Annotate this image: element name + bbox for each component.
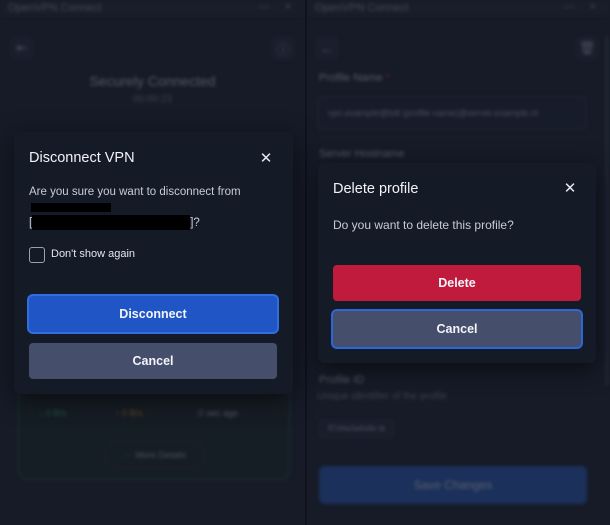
cancel-button[interactable]: Cancel [29, 343, 277, 379]
redaction-bar [32, 215, 191, 231]
delete-button[interactable]: Delete [333, 265, 581, 301]
dont-show-again-label[interactable]: Don't show again [51, 248, 135, 260]
cancel-button[interactable]: Cancel [333, 311, 581, 347]
dialog-title: Disconnect VPN [29, 150, 135, 166]
redaction-bar [31, 203, 111, 213]
disconnect-vpn-dialog: Disconnect VPN ✕ Are you sure you want t… [14, 132, 293, 394]
delete-message: Do you want to delete this profile? [333, 218, 514, 232]
disconnect-message: Are you sure you want to disconnect from [29, 186, 241, 198]
close-icon[interactable]: ✕ [258, 151, 274, 167]
dialog-title: Delete profile [333, 181, 419, 197]
close-icon[interactable]: ✕ [562, 181, 578, 197]
bracket-close: ]? [190, 217, 200, 229]
dont-show-again-checkbox[interactable] [29, 247, 45, 263]
redacted-server-line-2: []? [29, 215, 200, 231]
redacted-server-line-1 [29, 200, 111, 216]
disconnect-button[interactable]: Disconnect [29, 296, 277, 332]
delete-profile-dialog: Delete profile ✕ Do you want to delete t… [318, 163, 596, 363]
